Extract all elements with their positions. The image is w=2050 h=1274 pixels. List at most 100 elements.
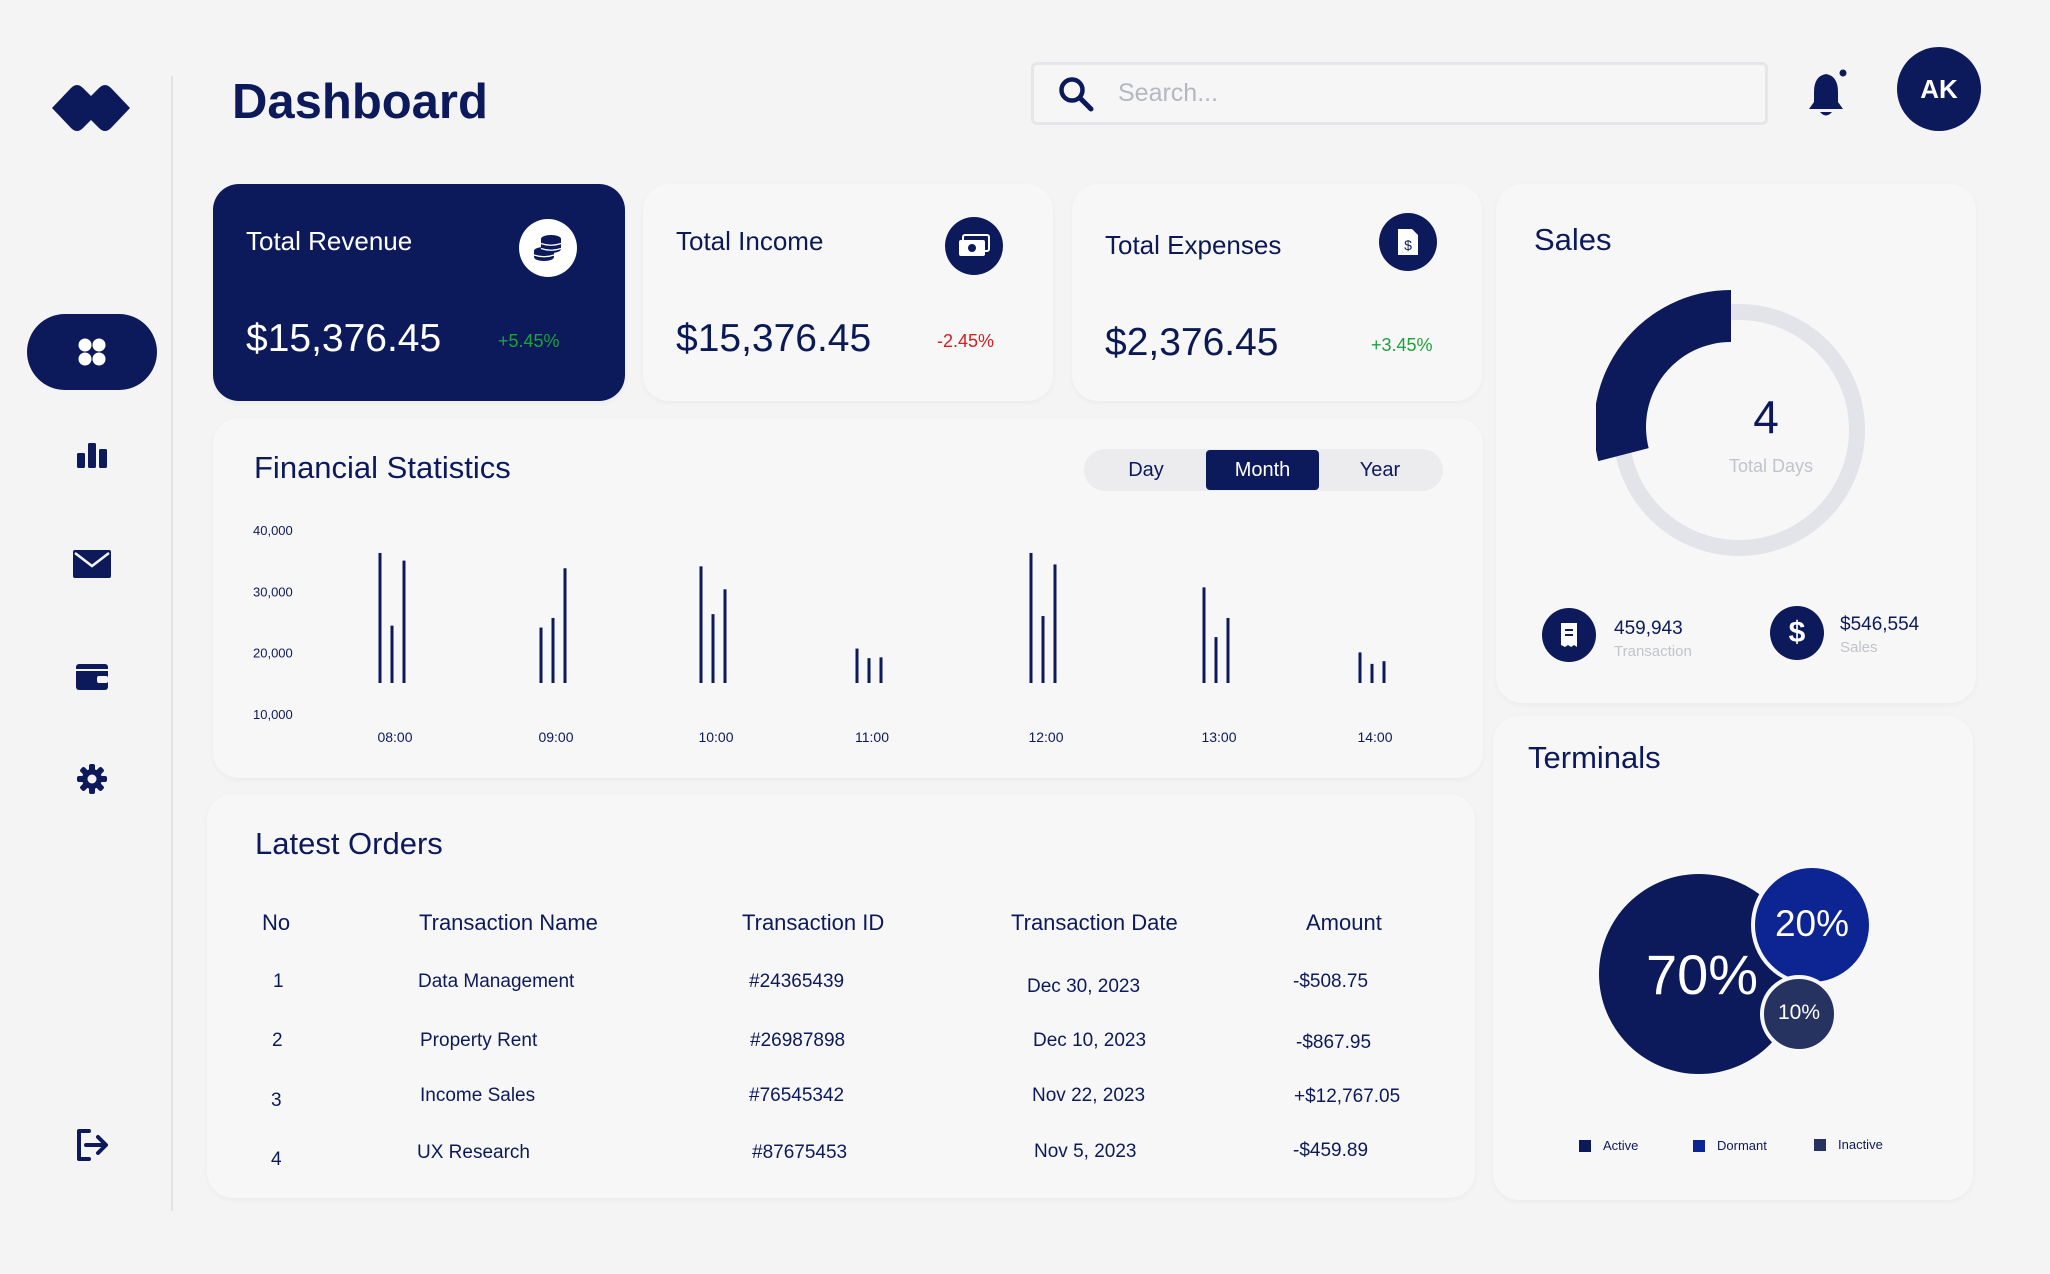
x-tick-label: 13:00: [1201, 729, 1236, 745]
transaction-amount: -$867.95: [1296, 1032, 1372, 1053]
bar: [1370, 663, 1374, 683]
latest-orders-card: Latest Orders No Transaction Name Transa…: [207, 794, 1475, 1198]
bar: [699, 566, 703, 683]
sidebar-item-analytics[interactable]: [27, 416, 157, 492]
bar-chart-icon: [77, 443, 107, 468]
x-tick-label: 11:00: [855, 729, 889, 745]
sidebar-item-wallet[interactable]: [27, 639, 157, 715]
terminals-card: Terminals 70% 20% 10% Active Dormant Ina…: [1493, 716, 1973, 1200]
column-header-transaction-date[interactable]: Transaction Date: [1011, 910, 1178, 936]
y-tick-label: 20,000: [253, 646, 293, 661]
bar: [723, 589, 727, 683]
cash-icon: [945, 217, 1003, 275]
transaction-amount: +$12,767.05: [1294, 1086, 1401, 1107]
sales-title: Sales: [1534, 222, 1612, 257]
sales-amount-label: Sales: [1840, 639, 1878, 656]
bar: [1202, 587, 1206, 683]
legend-swatch: [1579, 1139, 1591, 1152]
sales-total-value: 4: [1753, 391, 1779, 443]
x-tick-label: 14:00: [1357, 729, 1392, 745]
bar: [563, 568, 567, 683]
bar: [539, 627, 543, 683]
stat-change: +5.45%: [498, 331, 560, 351]
logout-button[interactable]: [27, 1107, 157, 1183]
y-tick-label: 10,000: [253, 707, 293, 722]
transaction-name: UX Research: [417, 1142, 530, 1163]
bar: [402, 560, 406, 683]
stat-change: +3.45%: [1371, 335, 1433, 355]
legend-label: Dormant: [1717, 1138, 1767, 1153]
brand-logo[interactable]: [50, 80, 132, 136]
y-tick-label: 40,000: [253, 523, 293, 538]
y-tick-label: 30,000: [253, 584, 293, 599]
row-number: 2: [272, 1030, 283, 1051]
transaction-id: #24365439: [749, 971, 845, 992]
notifications-button[interactable]: [1806, 66, 1850, 122]
transaction-id: #76545342: [749, 1085, 845, 1106]
invoice-icon: $: [1379, 213, 1437, 271]
sales-amount: $546,554: [1840, 614, 1920, 635]
stat-value: $15,376.45: [676, 317, 872, 360]
transaction-date: Nov 22, 2023: [1032, 1085, 1146, 1106]
bubble-inactive-label: 10%: [1777, 1001, 1821, 1024]
x-tick-label: 09:00: [538, 729, 573, 745]
row-number: 3: [271, 1090, 282, 1111]
legend-active: Active: [1579, 1138, 1638, 1153]
transaction-date: Dec 10, 2023: [1033, 1030, 1147, 1051]
logout-icon: [77, 1129, 108, 1161]
transaction-name: Data Management: [418, 971, 575, 992]
coins-icon: [519, 219, 577, 277]
gear-icon: [77, 764, 107, 794]
transaction-id: #26987898: [750, 1030, 846, 1051]
search-bar[interactable]: [1031, 62, 1768, 125]
sales-total-label: Total Days: [1728, 456, 1814, 476]
search-input[interactable]: [1118, 79, 1718, 108]
stat-card-total-revenue[interactable]: Total Revenue $15,376.45 +5.45%: [213, 184, 625, 401]
svg-text:$: $: [1404, 237, 1412, 253]
sidebar-item-messages[interactable]: [27, 526, 157, 602]
bar: [1358, 652, 1362, 683]
transaction-id: #87675453: [752, 1142, 848, 1163]
x-tick-label: 10:00: [698, 729, 733, 745]
sidebar-item-dashboard[interactable]: [27, 314, 157, 390]
mail-icon: [73, 550, 111, 578]
transaction-name: Property Rent: [420, 1030, 538, 1051]
donut-progress-arc: [1596, 290, 1731, 462]
transaction-amount: -$459.89: [1293, 1140, 1369, 1161]
transaction-date: Dec 30, 2023: [1027, 976, 1141, 997]
legend-dormant: Dormant: [1693, 1138, 1767, 1153]
stat-label: Total Expenses: [1105, 230, 1282, 260]
bell-icon: [1809, 69, 1847, 116]
bar: [855, 648, 859, 683]
bar: [1226, 617, 1230, 683]
column-header-amount[interactable]: Amount: [1306, 910, 1382, 936]
sidebar-divider: [171, 76, 173, 1211]
bar: [390, 625, 394, 683]
column-header-transaction-id[interactable]: Transaction ID: [742, 910, 884, 936]
bar: [1214, 637, 1218, 683]
column-header-transaction-name[interactable]: Transaction Name: [419, 910, 598, 936]
stat-change: -2.45%: [937, 331, 995, 351]
sidebar-item-settings[interactable]: [27, 741, 157, 817]
stat-card-total-income[interactable]: Total Income $15,376.45 -2.45%: [643, 184, 1053, 401]
bar: [551, 617, 555, 683]
stat-card-total-expenses[interactable]: Total Expenses $ $2,376.45 +3.45%: [1072, 184, 1482, 401]
sales-card: Sales 4 Total Days 459,943 Transaction $…: [1496, 184, 1976, 703]
page-title: Dashboard: [232, 75, 488, 129]
transaction-count: 459,943: [1614, 618, 1683, 639]
x-tick-label: 12:00: [1028, 729, 1063, 745]
search-icon: [1059, 76, 1094, 111]
receipt-icon: [1542, 608, 1596, 662]
legend-inactive: Inactive: [1814, 1137, 1883, 1152]
bar: [867, 658, 871, 683]
x-tick-label: 08:00: [377, 729, 412, 745]
latest-orders-title: Latest Orders: [255, 826, 443, 861]
financial-statistics-card: Financial Statistics Day Month Year 40,0…: [213, 418, 1483, 778]
stat-value: $2,376.45: [1105, 321, 1279, 364]
financial-bar-chart: 40,000 30,000 20,000 10,000 08:00 09:00 10:00 1…: [253, 523, 1393, 745]
wallet-icon: [76, 664, 108, 690]
bubble-dormant-label: 20%: [1774, 903, 1850, 944]
stat-label: Total Income: [676, 226, 824, 256]
column-header-no[interactable]: No: [262, 910, 290, 936]
user-avatar[interactable]: AK: [1897, 47, 1981, 131]
